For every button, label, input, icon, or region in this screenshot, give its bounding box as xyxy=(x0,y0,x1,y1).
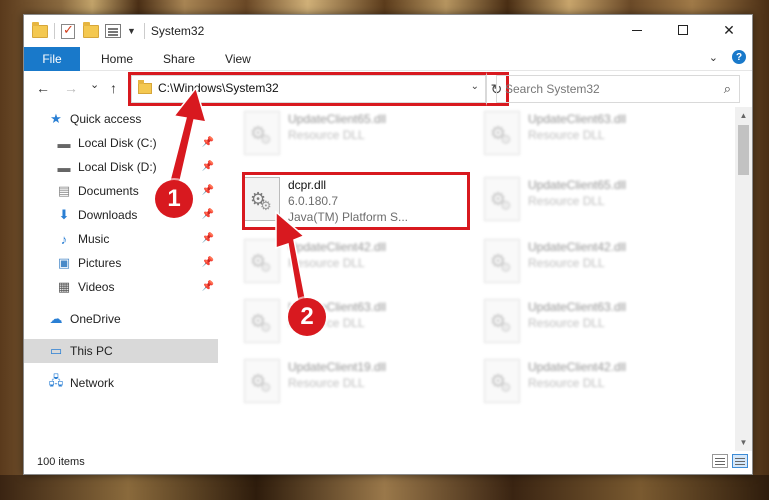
step-1-badge: 1 xyxy=(155,180,193,218)
step-2-badge: 2 xyxy=(288,298,326,336)
tutorial-arrows xyxy=(167,86,307,303)
arrow-2 xyxy=(275,210,307,303)
arrow-1 xyxy=(167,86,208,191)
